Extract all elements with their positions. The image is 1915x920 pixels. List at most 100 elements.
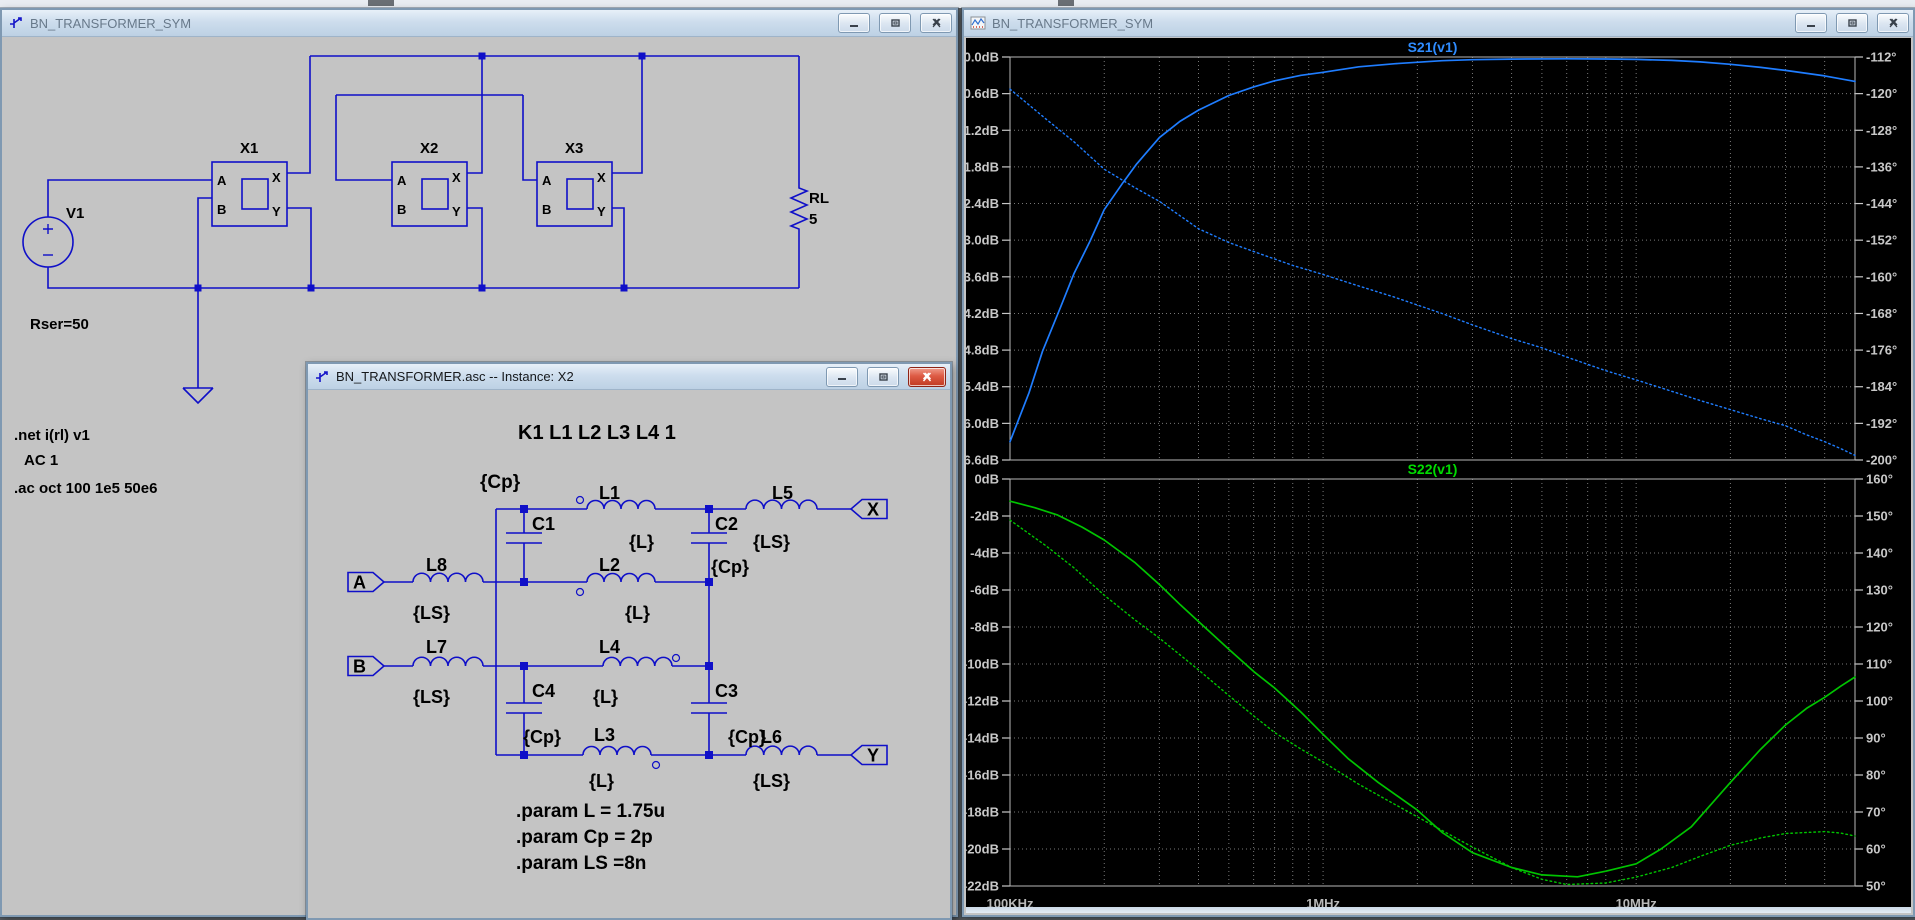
schematic-label: AC 1 <box>24 452 58 469</box>
instance-label: L6 <box>761 727 782 747</box>
left-axis-tick-label: -4.8dB <box>966 343 999 358</box>
block-name-label: X2 <box>420 140 438 157</box>
ltspice-schematic-icon <box>314 369 330 385</box>
minimize-button[interactable] <box>1795 13 1827 33</box>
mdi-top-edge <box>0 0 1915 8</box>
restore-button[interactable] <box>879 13 911 33</box>
left-axis-tick-label: -2.4dB <box>966 196 999 211</box>
pane-title: S21(v1) <box>1408 39 1458 55</box>
left-axis-tick-label: -6.0dB <box>966 416 999 431</box>
left-axis-tick-label: -14dB <box>966 731 999 746</box>
port-y: Y <box>851 746 887 766</box>
left-axis-tick-label: -0.6dB <box>966 86 999 101</box>
schematic-window-titlebar[interactable]: BN_TRANSFORMER_SYM <box>2 10 956 37</box>
block-name-label: X1 <box>240 140 258 157</box>
close-button[interactable] <box>920 13 952 33</box>
trace-s21-v1-magnitude <box>1010 59 1855 442</box>
inductor-coil <box>413 573 483 582</box>
junction-square <box>520 751 528 759</box>
toolbar-fragment <box>368 0 394 6</box>
right-axis-tick-label: 150° <box>1866 509 1893 524</box>
instance-label: .param Cp = 2p <box>516 827 653 848</box>
instance-window-titlebar[interactable]: BN_TRANSFORMER.asc -- Instance: X2 <box>308 364 950 390</box>
right-axis-tick-label: 90° <box>1866 731 1886 746</box>
phase-dot <box>577 589 584 596</box>
instance-label: L2 <box>599 555 620 575</box>
window-bottom-border <box>966 907 1911 913</box>
plot-frame <box>1010 479 1855 886</box>
waveform-window-titlebar[interactable]: BN_TRANSFORMER_SYM <box>964 10 1913 37</box>
waveform-plots: S21(v1)0.0dB-112°-0.6dB-120°-1.2dB-128°-… <box>966 38 1911 913</box>
pane-title: S22(v1) <box>1408 461 1458 477</box>
instance-schematic-canvas[interactable]: ABXY K1 L1 L2 L3 L4 1{Cp}C1L1{L}C2L5{LS}… <box>310 391 948 916</box>
phase-dots <box>577 497 680 769</box>
right-axis-tick-label: 100° <box>1866 694 1893 709</box>
left-axis-tick-label: 0dB <box>974 472 999 487</box>
right-axis-tick-label: -160° <box>1866 269 1897 284</box>
left-axis-tick-label: -2dB <box>970 509 999 524</box>
restore-button[interactable] <box>867 367 899 387</box>
junction-square <box>308 285 315 292</box>
restore-button[interactable] <box>1836 13 1868 33</box>
transformer-blocks: ABXYX1ABXYX2ABXYX3 <box>212 140 612 226</box>
svg-text:X: X <box>272 170 281 185</box>
instance-label: .param L = 1.75u <box>516 801 665 822</box>
left-axis-tick-label: -8dB <box>970 620 999 635</box>
port-a: A <box>348 573 384 593</box>
right-axis-tick-label: -192° <box>1866 416 1897 431</box>
minimize-button[interactable] <box>826 367 858 387</box>
instance-label: C2 <box>715 514 738 534</box>
trace-s22-v1-magnitude <box>1010 501 1855 877</box>
v1-plus-icon <box>43 224 53 234</box>
transformer-block-x2[interactable]: ABXYX2 <box>392 140 467 226</box>
waveform-canvas[interactable]: S21(v1)0.0dB-112°-0.6dB-120°-1.2dB-128°-… <box>966 38 1911 913</box>
junction-square <box>705 662 713 670</box>
instance-label: {L} <box>593 687 618 707</box>
transformer-block-x3[interactable]: ABXYX3 <box>537 140 612 226</box>
instance-label: {LS} <box>753 771 790 791</box>
left-axis-tick-label: -10dB <box>966 657 999 672</box>
port-x: X <box>851 500 887 520</box>
transformer-block-x1[interactable]: ABXYX1 <box>212 140 287 226</box>
junction-square <box>520 578 528 586</box>
right-axis-tick-label: 110° <box>1866 657 1892 672</box>
left-axis-tick-label: -16dB <box>966 768 999 783</box>
port-symbols: A B X Y <box>348 500 887 766</box>
svg-text:B: B <box>217 202 226 217</box>
junction-square <box>705 751 713 759</box>
right-axis-tick-label: -120° <box>1866 86 1897 101</box>
junction-square <box>621 285 628 292</box>
instance-label: {L} <box>629 532 654 552</box>
minimize-button[interactable] <box>838 13 870 33</box>
instance-label: C3 <box>715 681 738 701</box>
junction-square <box>705 505 713 513</box>
svg-text:A: A <box>542 173 552 188</box>
left-axis-tick-label: -3.0dB <box>966 233 999 248</box>
right-axis-tick-label: -128° <box>1866 123 1897 138</box>
resistor-rl <box>791 183 807 233</box>
phase-dot <box>577 497 584 504</box>
svg-text:Y: Y <box>597 204 606 219</box>
junction-square <box>705 578 713 586</box>
left-axis-tick-label: 0.0dB <box>966 50 999 65</box>
instance-label: {LS} <box>753 532 790 552</box>
instance-label: {LS} <box>413 603 450 623</box>
right-axis-tick-label: 70° <box>1866 805 1886 820</box>
svg-text:B: B <box>397 202 406 217</box>
window-title: BN_TRANSFORMER.asc -- Instance: X2 <box>336 369 817 384</box>
port-b: B <box>348 657 384 677</box>
instance-wires: A B X Y <box>348 497 887 769</box>
close-button[interactable] <box>1877 13 1909 33</box>
svg-text:Y: Y <box>452 204 461 219</box>
svg-text:X: X <box>867 500 879 520</box>
right-axis-tick-label: -112° <box>1866 50 1897 65</box>
instance-label: {L} <box>589 771 614 791</box>
junction-square <box>479 53 486 60</box>
schematic-wires <box>23 56 807 403</box>
instance-label: C4 <box>532 681 555 701</box>
left-axis-tick-label: -4dB <box>970 546 999 561</box>
ground-symbol <box>183 388 213 403</box>
left-axis-tick-label: -12dB <box>966 694 999 709</box>
close-button[interactable] <box>908 367 946 387</box>
instance-schematic-drawing: ABXY K1 L1 L2 L3 L4 1{Cp}C1L1{L}C2L5{LS}… <box>310 391 948 916</box>
